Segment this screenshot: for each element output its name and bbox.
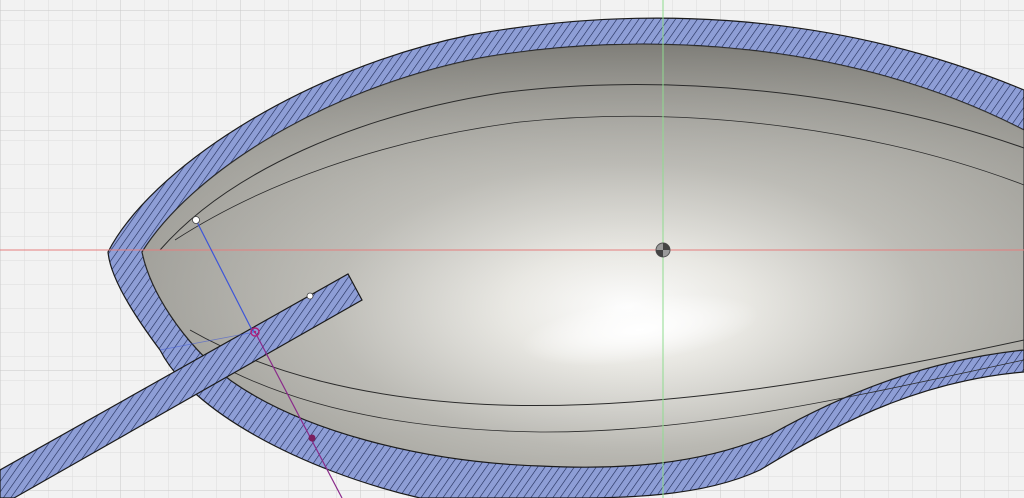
sketch-point-icon[interactable] — [306, 292, 314, 300]
sketch-point-icon[interactable] — [192, 216, 200, 224]
constraint-point-icon[interactable] — [308, 434, 316, 442]
model-canvas[interactable] — [0, 0, 1024, 498]
canvas-viewport[interactable] — [0, 0, 1024, 498]
origin-marker-icon[interactable] — [655, 242, 671, 258]
constraint-point-center — [253, 330, 257, 334]
